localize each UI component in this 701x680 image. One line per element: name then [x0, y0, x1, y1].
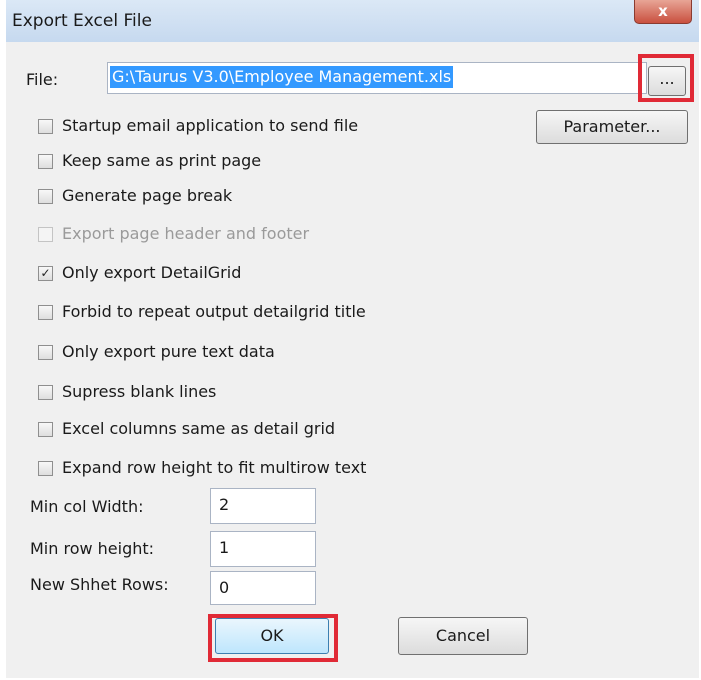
min-col-width-value: 2 — [219, 495, 230, 514]
min-row-height-value: 1 — [219, 538, 230, 557]
checkbox[interactable] — [38, 461, 53, 476]
option-label: Startup email application to send file — [62, 116, 359, 135]
browse-highlight — [638, 54, 694, 102]
dialog-body: File: G:\Taurus V3.0\Employee Management… — [12, 42, 696, 672]
checkbox[interactable] — [38, 422, 53, 437]
new-sheet-rows-input[interactable]: 0 — [210, 571, 316, 605]
checkbox-checked[interactable]: ✓ — [38, 266, 53, 281]
option-label: Export page header and footer — [62, 224, 310, 243]
checkbox[interactable] — [38, 385, 53, 400]
checkbox[interactable] — [38, 305, 53, 320]
file-label: File: — [26, 70, 59, 89]
ok-highlight — [208, 614, 338, 662]
export-excel-dialog: Export Excel File x File: G:\Taurus V3.0… — [6, 0, 699, 678]
min-col-width-input[interactable]: 2 — [210, 488, 316, 524]
checkbox[interactable] — [38, 189, 53, 204]
option-label: Forbid to repeat output detailgrid title — [62, 302, 366, 321]
close-icon: x — [658, 2, 668, 20]
title-bar: Export Excel File x — [6, 0, 699, 42]
min-row-height-label: Min row height: — [30, 539, 155, 558]
new-sheet-rows-label: New Shhet Rows: — [30, 575, 169, 594]
parameter-button[interactable]: Parameter... — [536, 110, 688, 144]
checkmark-icon: ✓ — [40, 266, 51, 280]
option-label: Generate page break — [62, 186, 233, 205]
min-row-height-input[interactable]: 1 — [210, 531, 316, 567]
checkbox — [38, 227, 53, 242]
option-label: Only export DetailGrid — [62, 263, 242, 282]
dialog-title: Export Excel File — [12, 11, 152, 31]
min-col-width-label: Min col Width: — [30, 497, 144, 516]
checkbox[interactable] — [38, 119, 53, 134]
option-label: Supress blank lines — [62, 382, 217, 401]
new-sheet-rows-value: 0 — [219, 578, 230, 597]
close-button[interactable]: x — [634, 0, 692, 24]
file-path-value: G:\Taurus V3.0\Employee Management.xls — [110, 66, 454, 88]
checkbox[interactable] — [38, 345, 53, 360]
file-path-input[interactable]: G:\Taurus V3.0\Employee Management.xls — [107, 62, 647, 94]
option-label: Excel columns same as detail grid — [62, 419, 336, 438]
checkbox[interactable] — [38, 154, 53, 169]
option-label: Keep same as print page — [62, 151, 262, 170]
option-label: Expand row height to fit multirow text — [62, 458, 367, 477]
cancel-button[interactable]: Cancel — [398, 617, 528, 655]
option-label: Only export pure text data — [62, 342, 275, 361]
